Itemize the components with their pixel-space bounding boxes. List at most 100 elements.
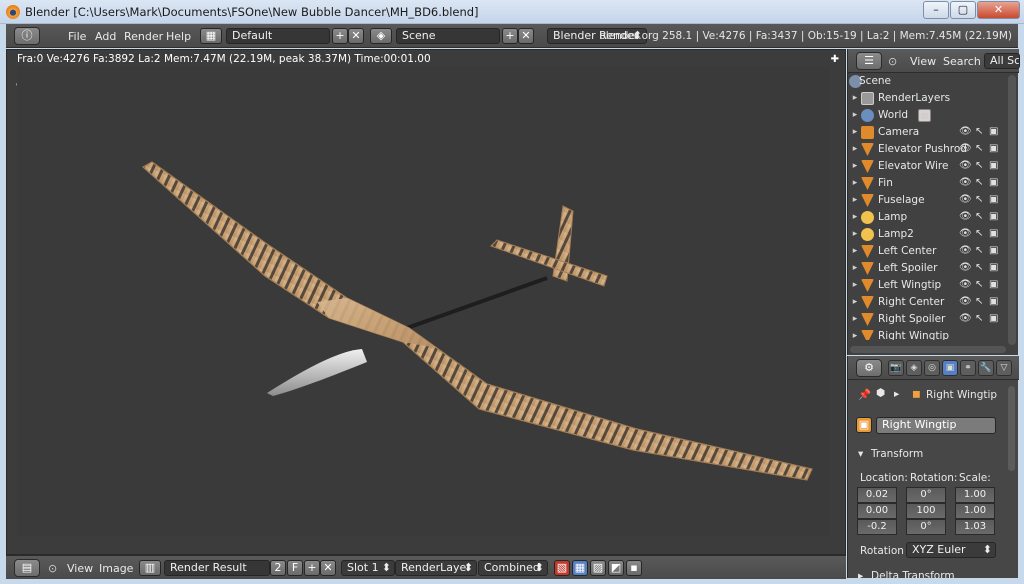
selectable-cursor-icon[interactable]: ↖ bbox=[975, 160, 983, 171]
draw-mode-texture-icon[interactable]: ◩ bbox=[608, 560, 624, 576]
expand-icon[interactable]: ▸ bbox=[850, 161, 860, 171]
visibility-eye-icon[interactable]: 👁 bbox=[959, 143, 972, 154]
screen-layout-icon[interactable]: ▦ bbox=[200, 28, 222, 44]
visibility-eye-icon[interactable]: 👁 bbox=[959, 279, 972, 290]
outliner-row-world[interactable]: ▸ World ▩ bbox=[848, 107, 1008, 124]
visibility-eye-icon[interactable]: 👁 bbox=[959, 245, 972, 256]
add-screen-icon[interactable]: + bbox=[332, 28, 348, 44]
fake-user-button[interactable]: F bbox=[287, 560, 303, 576]
outliner-vertical-scrollbar[interactable] bbox=[1008, 75, 1016, 345]
selectable-cursor-icon[interactable]: ↖ bbox=[975, 279, 983, 290]
location-x-field[interactable]: 0.02 bbox=[857, 487, 897, 503]
outliner-horizontal-scrollbar[interactable] bbox=[850, 346, 1006, 353]
render-pass-select[interactable]: Combined ⬍ bbox=[478, 560, 548, 576]
expand-icon[interactable]: ▸ bbox=[850, 212, 860, 222]
outliner-row-right-spoiler[interactable]: ▸ Right Spoiler 👁 ↖ ▣ bbox=[848, 311, 1008, 328]
menu-image[interactable]: Image bbox=[99, 562, 133, 575]
expand-icon[interactable]: ▸ bbox=[858, 570, 863, 578]
renderable-camera-icon[interactable]: ▣ bbox=[989, 126, 998, 137]
outliner-menu-view[interactable]: View bbox=[910, 55, 936, 68]
renderable-camera-icon[interactable]: ▣ bbox=[989, 194, 998, 205]
region-toggle-icon[interactable]: ✚ bbox=[831, 54, 839, 65]
expand-icon[interactable]: ▸ bbox=[850, 280, 860, 290]
delta-transform-panel-header[interactable]: ▸ Delta Transform bbox=[854, 567, 999, 578]
renderable-camera-icon[interactable]: ▣ bbox=[989, 313, 998, 324]
menu-view[interactable]: View bbox=[67, 562, 93, 575]
renderable-camera-icon[interactable]: ▣ bbox=[989, 160, 998, 171]
world-texture-icon[interactable]: ▩ bbox=[918, 109, 931, 122]
outliner-row-lamp[interactable]: ▸ Lamp 👁 ↖ ▣ bbox=[848, 209, 1008, 226]
expand-icon[interactable]: ▸ bbox=[850, 178, 860, 188]
scene-icon[interactable]: ◈ bbox=[370, 28, 392, 44]
outliner-row-scene[interactable]: ▾ Scene bbox=[848, 73, 1008, 90]
outliner-row-left-wingtip[interactable]: ▸ Left Wingtip 👁 ↖ ▣ bbox=[848, 277, 1008, 294]
selectable-cursor-icon[interactable]: ↖ bbox=[975, 126, 983, 137]
renderable-camera-icon[interactable]: ▣ bbox=[989, 245, 998, 256]
draw-mode-alpha-icon[interactable]: ▦ bbox=[572, 560, 588, 576]
expand-icon[interactable]: ▸ bbox=[850, 195, 860, 205]
selectable-cursor-icon[interactable]: ↖ bbox=[975, 313, 983, 324]
selectable-cursor-icon[interactable]: ↖ bbox=[975, 143, 983, 154]
rotation-x-field[interactable]: 0° bbox=[906, 487, 946, 503]
properties-scrollbar[interactable] bbox=[1008, 386, 1015, 471]
maximize-button[interactable]: ▢ bbox=[950, 1, 976, 19]
outliner-row-fuselage[interactable]: ▸ Fuselage 👁 ↖ ▣ bbox=[848, 192, 1008, 209]
selectable-cursor-icon[interactable]: ↖ bbox=[975, 262, 983, 273]
editor-type-outliner-icon[interactable]: ☰ bbox=[856, 52, 882, 70]
minimize-button[interactable]: – bbox=[923, 1, 949, 19]
visibility-eye-icon[interactable]: 👁 bbox=[959, 262, 972, 273]
scale-x-field[interactable]: 1.00 bbox=[955, 487, 995, 503]
render-layer-select[interactable]: RenderLayer ⬍ bbox=[395, 560, 477, 576]
outliner-row-camera[interactable]: ▸ Camera 👁 ↖ ▣ bbox=[848, 124, 1008, 141]
renderable-camera-icon[interactable]: ▣ bbox=[989, 296, 998, 307]
visibility-eye-icon[interactable]: 👁 bbox=[959, 126, 972, 137]
visibility-eye-icon[interactable]: 👁 bbox=[959, 177, 972, 188]
tab-modifiers-icon[interactable]: 🔧 bbox=[978, 360, 994, 376]
outliner-row-lamp2[interactable]: ▸ Lamp2 👁 ↖ ▣ bbox=[848, 226, 1008, 243]
tab-object-icon[interactable]: ▣ bbox=[942, 360, 958, 376]
editor-type-info-icon[interactable]: ⓘ bbox=[14, 27, 40, 45]
transform-panel-title[interactable]: Transform bbox=[871, 448, 923, 460]
outliner-row-left-center[interactable]: ▸ Left Center 👁 ↖ ▣ bbox=[848, 243, 1008, 260]
selectable-cursor-icon[interactable]: ↖ bbox=[975, 194, 983, 205]
draw-mode-zbuffer-icon[interactable]: ▨ bbox=[590, 560, 606, 576]
visibility-eye-icon[interactable]: 👁 bbox=[959, 160, 972, 171]
scale-y-field[interactable]: 1.00 bbox=[955, 503, 995, 519]
image-browse-icon[interactable]: ▥ bbox=[139, 560, 161, 576]
renderable-camera-icon[interactable]: ▣ bbox=[989, 279, 998, 290]
delete-scene-icon[interactable]: ✕ bbox=[518, 28, 534, 44]
expand-icon[interactable]: ▸ bbox=[850, 144, 860, 154]
expand-icon[interactable]: ▸ bbox=[850, 297, 860, 307]
expand-icon[interactable]: ▸ bbox=[850, 314, 860, 324]
add-scene-icon[interactable]: + bbox=[502, 28, 518, 44]
visibility-eye-icon[interactable]: 👁 bbox=[959, 194, 972, 205]
tab-scene-icon[interactable]: ◈ bbox=[906, 360, 922, 376]
menu-help[interactable]: Help bbox=[166, 30, 191, 43]
expand-icon[interactable]: ▸ bbox=[850, 263, 860, 273]
outliner-row-renderlayers[interactable]: ▸ RenderLayers bbox=[848, 90, 1008, 107]
screen-layout-field[interactable]: Default bbox=[226, 28, 330, 44]
delete-screen-icon[interactable]: ✕ bbox=[348, 28, 364, 44]
object-name-field[interactable]: Right Wingtip bbox=[876, 417, 996, 434]
outliner-row-right-center[interactable]: ▸ Right Center 👁 ↖ ▣ bbox=[848, 294, 1008, 311]
expand-icon[interactable]: ▸ bbox=[850, 110, 860, 120]
close-button[interactable]: ✕ bbox=[977, 1, 1020, 19]
image-editor-viewport[interactable]: Fra:0 Ve:4276 Fa:3892 La:2 Mem:7.47M (22… bbox=[6, 49, 846, 555]
outliner-row-right-wingtip[interactable]: ▸ Right Wingtip bbox=[848, 328, 1008, 340]
visibility-eye-icon[interactable]: 👁 bbox=[959, 296, 972, 307]
menu-render[interactable]: Render bbox=[124, 30, 163, 43]
renderable-camera-icon[interactable]: ▣ bbox=[989, 211, 998, 222]
view-toggle-icon[interactable]: ⊙ bbox=[888, 55, 897, 68]
rotation-z-field[interactable]: 0° bbox=[906, 519, 946, 535]
tab-data-icon[interactable]: ▽ bbox=[996, 360, 1012, 376]
location-z-field[interactable]: -0.2 bbox=[857, 519, 897, 535]
visibility-eye-icon[interactable]: 👁 bbox=[959, 313, 972, 324]
slot-select[interactable]: Slot 1 ⬍ bbox=[341, 560, 395, 576]
tab-world-icon[interactable]: ◎ bbox=[924, 360, 940, 376]
draw-mode-color-icon[interactable]: ▧ bbox=[554, 560, 570, 576]
pin-icon[interactable]: 📌 bbox=[858, 388, 871, 401]
tab-render-icon[interactable]: 📷 bbox=[888, 360, 904, 376]
selectable-cursor-icon[interactable]: ↖ bbox=[975, 296, 983, 307]
scale-z-field[interactable]: 1.03 bbox=[955, 519, 995, 535]
expand-icon[interactable]: ▸ bbox=[850, 331, 860, 340]
